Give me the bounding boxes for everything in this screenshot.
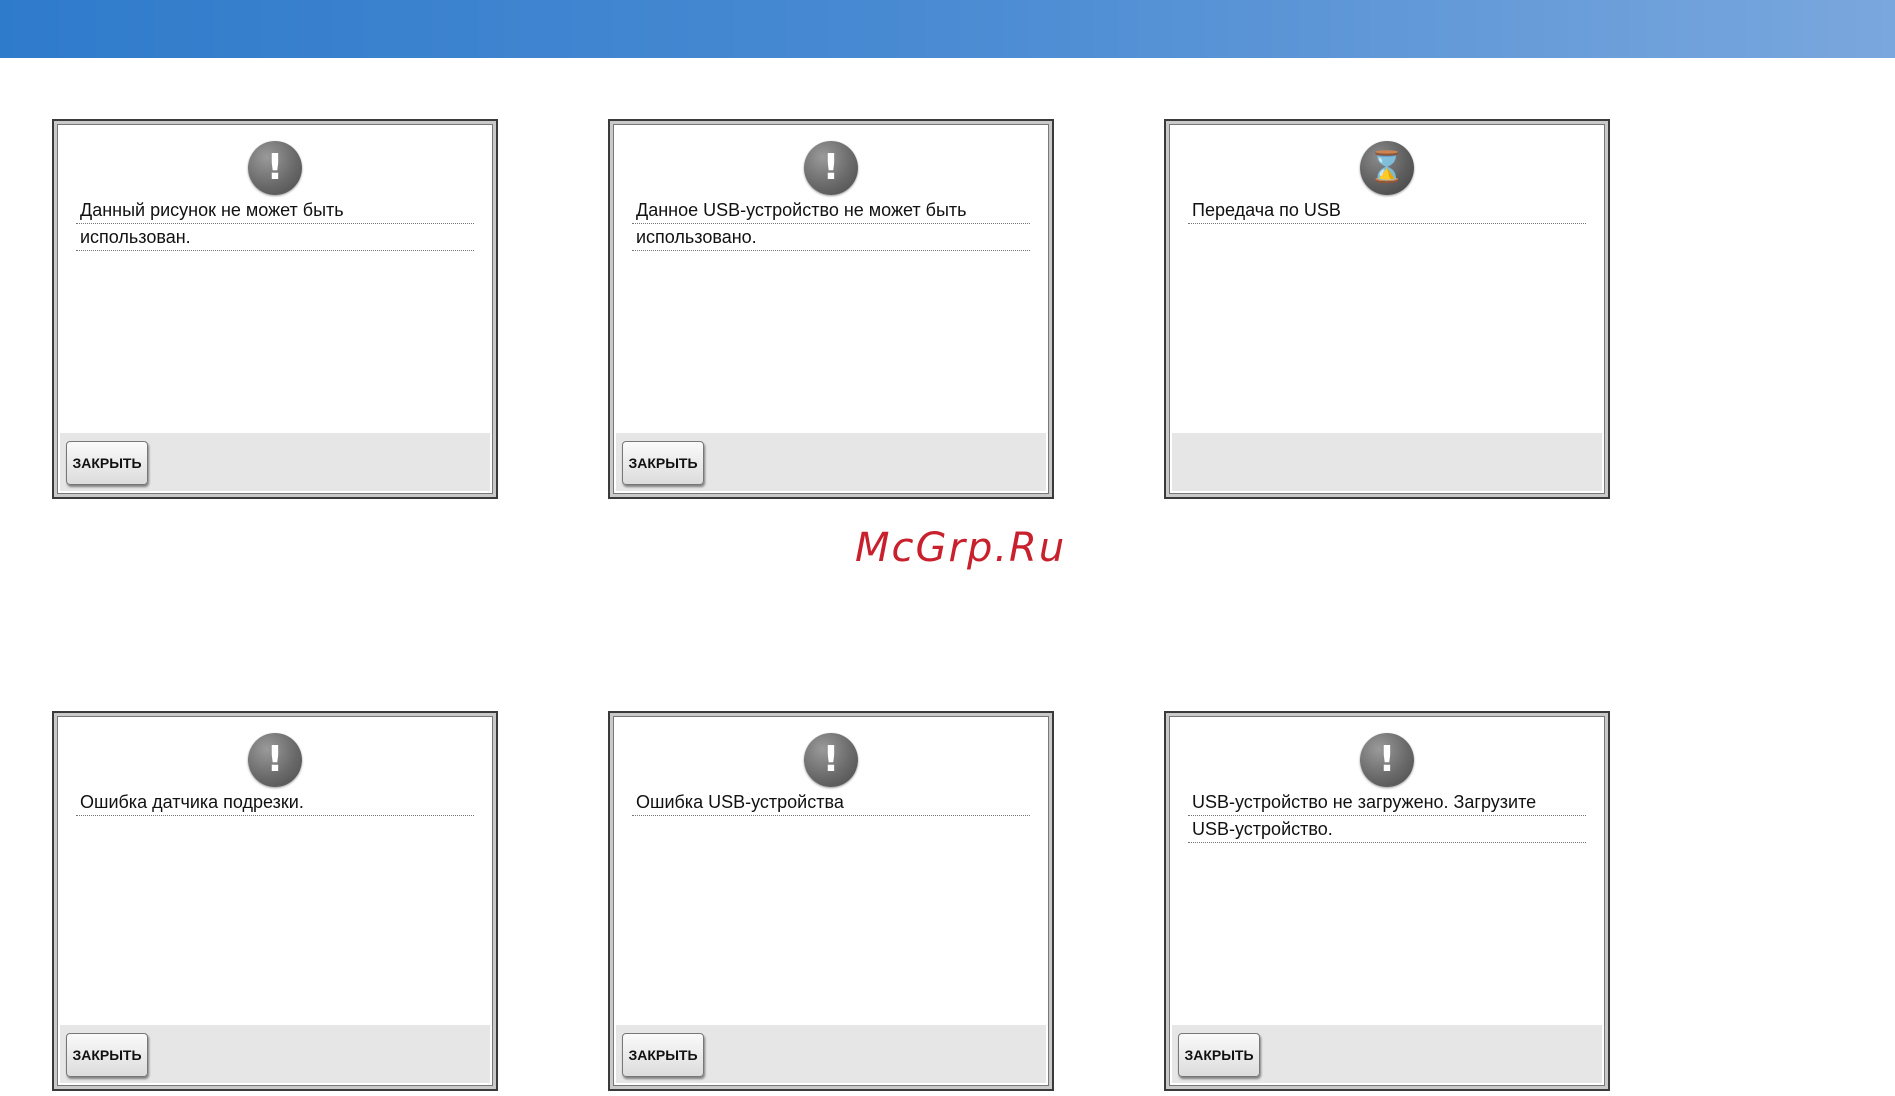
dialog-usb-not-loaded: ! USB-устройство не загружено. Загрузите… <box>1164 711 1610 1091</box>
message-line: использован. <box>76 224 474 251</box>
dialog-content: ! Данное USB-устройство не может быть ис… <box>616 127 1046 445</box>
dialog-footer: ЗАКРЫТЬ <box>60 433 490 491</box>
dialog-content: ! Данный рисунок не может быть использов… <box>60 127 490 445</box>
dialog-usb-transfer: ⌛ Передача по USB <box>1164 119 1610 499</box>
exclamation-icon: ! <box>804 141 858 195</box>
dialog-message: Ошибка USB-устройства <box>632 789 1030 816</box>
dialog-message: USB-устройство не загружено. Загрузите U… <box>1188 789 1586 843</box>
watermark-text: McGrp.Ru <box>855 525 1067 571</box>
dialog-message: Данный рисунок не может быть использован… <box>76 197 474 251</box>
dialog-usb-error: ! Ошибка USB-устройства ЗАКРЫТЬ <box>608 711 1054 1091</box>
close-button[interactable]: ЗАКРЫТЬ <box>66 1033 148 1077</box>
dialog-usb-unusable: ! Данное USB-устройство не может быть ис… <box>608 119 1054 499</box>
message-line: Ошибка USB-устройства <box>632 789 1030 816</box>
dialog-footer <box>1172 433 1602 491</box>
dialog-content: ! Ошибка USB-устройства <box>616 719 1046 1037</box>
exclamation-icon: ! <box>804 733 858 787</box>
message-line: использовано. <box>632 224 1030 251</box>
dialog-footer: ЗАКРЫТЬ <box>1172 1025 1602 1083</box>
exclamation-icon: ! <box>248 733 302 787</box>
message-line: Ошибка датчика подрезки. <box>76 789 474 816</box>
dialog-footer: ЗАКРЫТЬ <box>616 433 1046 491</box>
exclamation-icon: ! <box>1360 733 1414 787</box>
dialog-content: ! USB-устройство не загружено. Загрузите… <box>1172 719 1602 1037</box>
dialog-footer: ЗАКРЫТЬ <box>60 1025 490 1083</box>
message-line: Данное USB-устройство не может быть <box>632 197 1030 224</box>
close-button[interactable]: ЗАКРЫТЬ <box>1178 1033 1260 1077</box>
dialog-pattern-unusable: ! Данный рисунок не может быть использов… <box>52 119 498 499</box>
dialog-content: ⌛ Передача по USB <box>1172 127 1602 445</box>
dialog-message: Передача по USB <box>1188 197 1586 224</box>
message-line: USB-устройство. <box>1188 816 1586 843</box>
dialog-footer: ЗАКРЫТЬ <box>616 1025 1046 1083</box>
exclamation-icon: ! <box>248 141 302 195</box>
dialog-message: Данное USB-устройство не может быть испо… <box>632 197 1030 251</box>
message-line: Данный рисунок не может быть <box>76 197 474 224</box>
message-line: Передача по USB <box>1188 197 1586 224</box>
hourglass-icon: ⌛ <box>1360 141 1414 195</box>
close-button[interactable]: ЗАКРЫТЬ <box>622 1033 704 1077</box>
message-line: USB-устройство не загружено. Загрузите <box>1188 789 1586 816</box>
dialog-message: Ошибка датчика подрезки. <box>76 789 474 816</box>
close-button[interactable]: ЗАКРЫТЬ <box>66 441 148 485</box>
close-button[interactable]: ЗАКРЫТЬ <box>622 441 704 485</box>
header-bar <box>0 0 1895 58</box>
dialog-cutter-sensor-error: ! Ошибка датчика подрезки. ЗАКРЫТЬ <box>52 711 498 1091</box>
dialog-content: ! Ошибка датчика подрезки. <box>60 719 490 1037</box>
